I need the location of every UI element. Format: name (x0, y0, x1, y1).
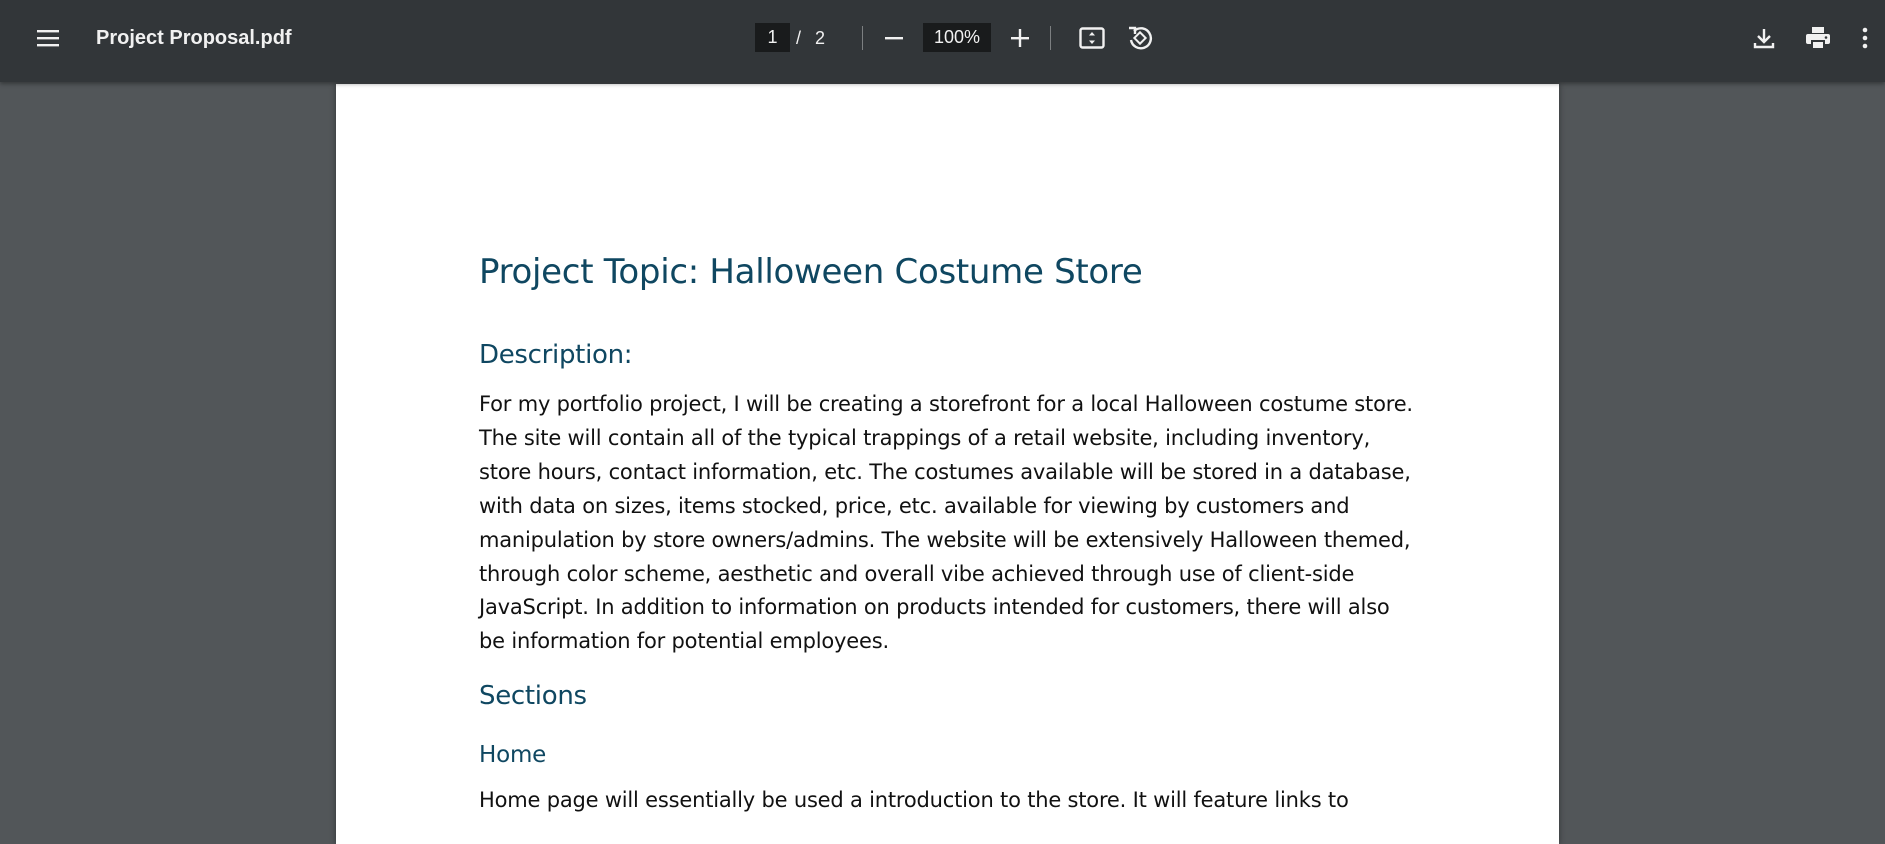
fit-to-page-icon (1079, 27, 1105, 49)
document-title: Project Topic: Halloween Costume Store (479, 252, 1143, 292)
more-actions-button[interactable] (1850, 16, 1880, 60)
rotate-counterclockwise-icon (1129, 26, 1153, 50)
page-number-input[interactable] (755, 23, 790, 52)
hamburger-menu-icon[interactable] (26, 16, 70, 60)
home-heading: Home (479, 742, 547, 768)
print-button[interactable] (1796, 16, 1840, 60)
download-button[interactable] (1742, 16, 1786, 60)
more-vertical-icon (1862, 27, 1868, 49)
file-name: Project Proposal.pdf (96, 27, 292, 49)
pdf-toolbar: Project Proposal.pdf / 2 (0, 0, 1885, 82)
fit-to-page-button[interactable] (1070, 16, 1114, 60)
zoom-in-button[interactable] (998, 16, 1042, 60)
rotate-button[interactable] (1118, 16, 1162, 60)
pdf-page: Project Topic: Halloween Costume Store D… (336, 84, 1559, 844)
print-icon (1806, 27, 1830, 50)
minus-icon (885, 37, 903, 40)
toolbar-divider (1050, 26, 1051, 50)
zoom-input[interactable] (923, 23, 991, 52)
page-separator: / (796, 28, 802, 48)
description-paragraph: For my portfolio project, I will be crea… (479, 392, 1413, 654)
sections-heading: Sections (479, 681, 587, 711)
zoom-out-button[interactable] (872, 16, 916, 60)
total-pages: 2 (815, 28, 826, 48)
description-heading: Description: (479, 340, 633, 370)
toolbar-divider (862, 26, 863, 50)
plus-icon (1011, 29, 1029, 47)
download-icon (1753, 29, 1775, 49)
home-paragraph: Home page will essentially be used a int… (479, 788, 1349, 812)
